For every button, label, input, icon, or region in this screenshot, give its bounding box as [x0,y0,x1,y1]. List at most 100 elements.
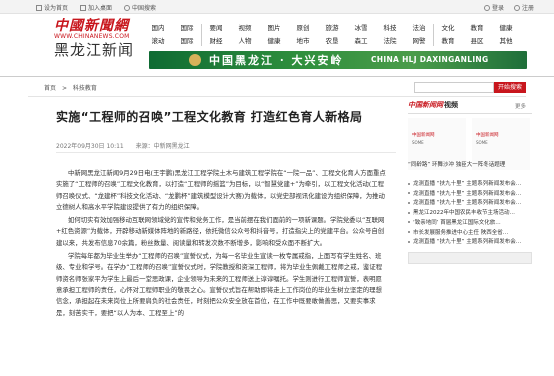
nav-column: 健康 其他 [494,22,518,48]
promo-strip[interactable] [408,252,532,264]
nav-link[interactable]: 健康 [262,35,286,48]
article-paragraph: 学院每年都为毕业生举办“工程师的召唤”宣誓仪式，为每一名毕业生宣读一枚专属戒指，… [56,252,383,317]
banner-subtitle: CHINA HLJ DAXINGANLING [371,55,489,64]
nav-link[interactable]: 冰雪 [349,22,373,35]
bullet-icon [408,211,410,214]
nav-link[interactable]: 滚动 [146,35,170,48]
nav-column: 国内 滚动 [146,22,170,48]
add-to-desktop-link[interactable]: 加入桌面 [80,3,112,12]
news-list-item[interactable]: ‘致亲地同’ 首届黑龙江国际文化旅… [408,219,532,229]
nav-link[interactable]: 财经 [204,35,228,48]
nav-column: 图片 健康 [262,22,286,48]
nav-link[interactable]: 地市 [291,35,315,48]
search-button[interactable]: 开始搜索 [494,82,526,93]
breadcrumb-home[interactable]: 首页 [44,85,56,92]
nav-column: 文化 教育 [436,22,460,48]
news-list-item[interactable]: 龙测直播 “扶九十里” 主题系列新闻发布会… [408,190,532,200]
nav-link[interactable]: 视频 [233,22,257,35]
nav-link[interactable]: 教育 [436,35,460,48]
nav-link[interactable]: 国内 [146,22,170,35]
news-list-item-text: 龙测直播 “扶九十里” 主题系列新闻发布会… [413,239,522,246]
meta-divider [56,152,396,153]
article-title: 实施“工程师的召唤”工程文化教育 打造红色育人新格局 [56,110,363,124]
nav-separator [433,24,434,46]
nav-link[interactable]: 科技 [378,22,402,35]
news-list-item-text: ‘致亲地同’ 首届黑龙江国际文化旅… [413,219,501,226]
bullet-icon [408,182,410,185]
video-caption[interactable]: “同龄路” 环舞沙冲 独臣大一阵冬话题理 [408,160,532,168]
article-source: 来源：中新网黑龙江 [135,143,190,150]
bullet-icon [408,192,410,195]
region-banner[interactable]: 中国黑龙江 · 大兴安岭 CHINA HLJ DAXINGANLING [149,51,527,69]
search-input[interactable] [414,82,494,93]
nav-link[interactable]: 教育 [465,22,489,35]
nav-link[interactable]: 旅游 [320,22,344,35]
nav-link[interactable]: 原创 [291,22,315,35]
thumbnail-text: SOME [412,140,424,145]
video-section-header: 中国新闻网视频 更多 [408,100,532,114]
news-list-item[interactable]: 市长发展服务推进中心主任 陕西全省… [408,229,532,239]
banner-title: 中国黑龙江 · 大兴安岭 [209,54,344,67]
login-link[interactable]: 登录 [483,3,504,12]
news-list-item[interactable]: 龙测直播 “扶九十里” 主题系列新闻发布会… [408,180,532,190]
nav-link[interactable]: 要闻 [204,22,228,35]
nav-link[interactable]: 法院 [378,35,402,48]
nav-link[interactable]: 其他 [494,35,518,48]
breadcrumb-divider [28,96,526,97]
nav-link[interactable]: 森工 [349,35,373,48]
nav-link[interactable]: 健康 [494,22,518,35]
home-icon [36,5,42,11]
nav-link[interactable]: 法治 [407,22,431,35]
sidebar-brand: 中国新闻网 [408,100,443,109]
register-link[interactable]: 注册 [513,3,534,12]
news-list-item[interactable]: 黑龙江2022年中国农民丰收节主场活动… [408,209,532,219]
news-list: 龙测直播 “扶九十里” 主题系列新闻发布会… 龙测直播 “扶九十里” 主题系列新闻… [408,180,532,248]
breadcrumb-section[interactable]: 科技教育 [73,85,97,92]
nav-column: 要闻 财经 [204,22,228,48]
nav-column: 原创 地市 [291,22,315,48]
china-search-link[interactable]: 中国搜索 [124,3,156,12]
nav-column: 国际 国际 [175,22,199,48]
register-icon [513,5,520,11]
video-sidebar: 中国新闻网视频 更多 中国新闻网 SOME 中国新闻网 SOME “同龄路” 环… [408,100,532,264]
nav-separator [201,24,202,46]
news-list-item-text: 龙测直播 “扶九十里” 主题系列新闻发布会… [413,190,522,197]
logo-url: WWW.CHINANEWS.COM [54,33,130,40]
news-list-item-text: 龙测直播 “扶九十里” 主题系列新闻发布会… [413,200,522,207]
article-body: 中新网黑龙江新闻9月29日电(王宇鹏)黑龙江工程学院土木与建筑工程学院在“一院一… [56,168,386,319]
article-date: 2022年09月30日 10:11 [56,143,124,150]
bullet-icon [408,231,410,234]
breadcrumb: 首页 > 科技教育 [44,83,101,92]
article-paragraph: 如何切实有效加强移动互联网领域党的宣传和党务工作，是当前摆在我们面前的一项新课题… [56,216,385,247]
header-divider [0,76,554,77]
news-list-item[interactable]: 龙测直播 “扶九十里” 主题系列新闻发布会… [408,199,532,209]
news-list-item-text: 黑龙江2022年中国农民丰收节主场活动… [413,210,515,217]
news-list-item-text: 市长发展服务推进中心主任 陕西全省… [413,229,509,236]
sidebar-label: 视频 [444,101,458,109]
nav-link[interactable]: 国际 [175,22,199,35]
sun-emblem-icon [189,54,201,66]
news-list-item[interactable]: 龙测直播 “扶九十里” 主题系列新闻发布会… [408,238,532,248]
nav-link[interactable]: 网警 [407,35,431,48]
nav-link[interactable]: 文化 [436,22,460,35]
search-icon [124,5,131,11]
article-meta: 2022年09月30日 10:11 来源：中新网黑龙江 [56,141,200,150]
nav-link[interactable]: 农垦 [320,35,344,48]
set-homepage-link[interactable]: 设为首页 [36,3,68,12]
nav-column: 教育 县区 [465,22,489,48]
site-logo[interactable]: 中國新聞網 WWW.CHINANEWS.COM 黑龙江新闻 [54,19,144,59]
top-utility-bar: 设为首页 加入桌面 中国搜索 登录 注册 [0,0,554,14]
user-icon [483,5,490,11]
bullet-icon [408,221,410,224]
bullet-icon [408,201,410,204]
nav-link[interactable]: 人物 [233,35,257,48]
nav-link[interactable]: 县区 [465,35,489,48]
logo-region: 黑龙江新闻 [54,41,135,59]
nav-link[interactable]: 国际 [175,35,199,48]
thumbnail-text: SOME [476,140,488,145]
news-list-item-text: 龙测直播 “扶九十里” 主题系列新闻发布会… [413,181,522,187]
nav-link[interactable]: 图片 [262,22,286,35]
more-link[interactable]: 更多 [515,102,526,110]
nav-column: 法治 网警 [407,22,431,48]
bullet-icon [408,240,410,243]
